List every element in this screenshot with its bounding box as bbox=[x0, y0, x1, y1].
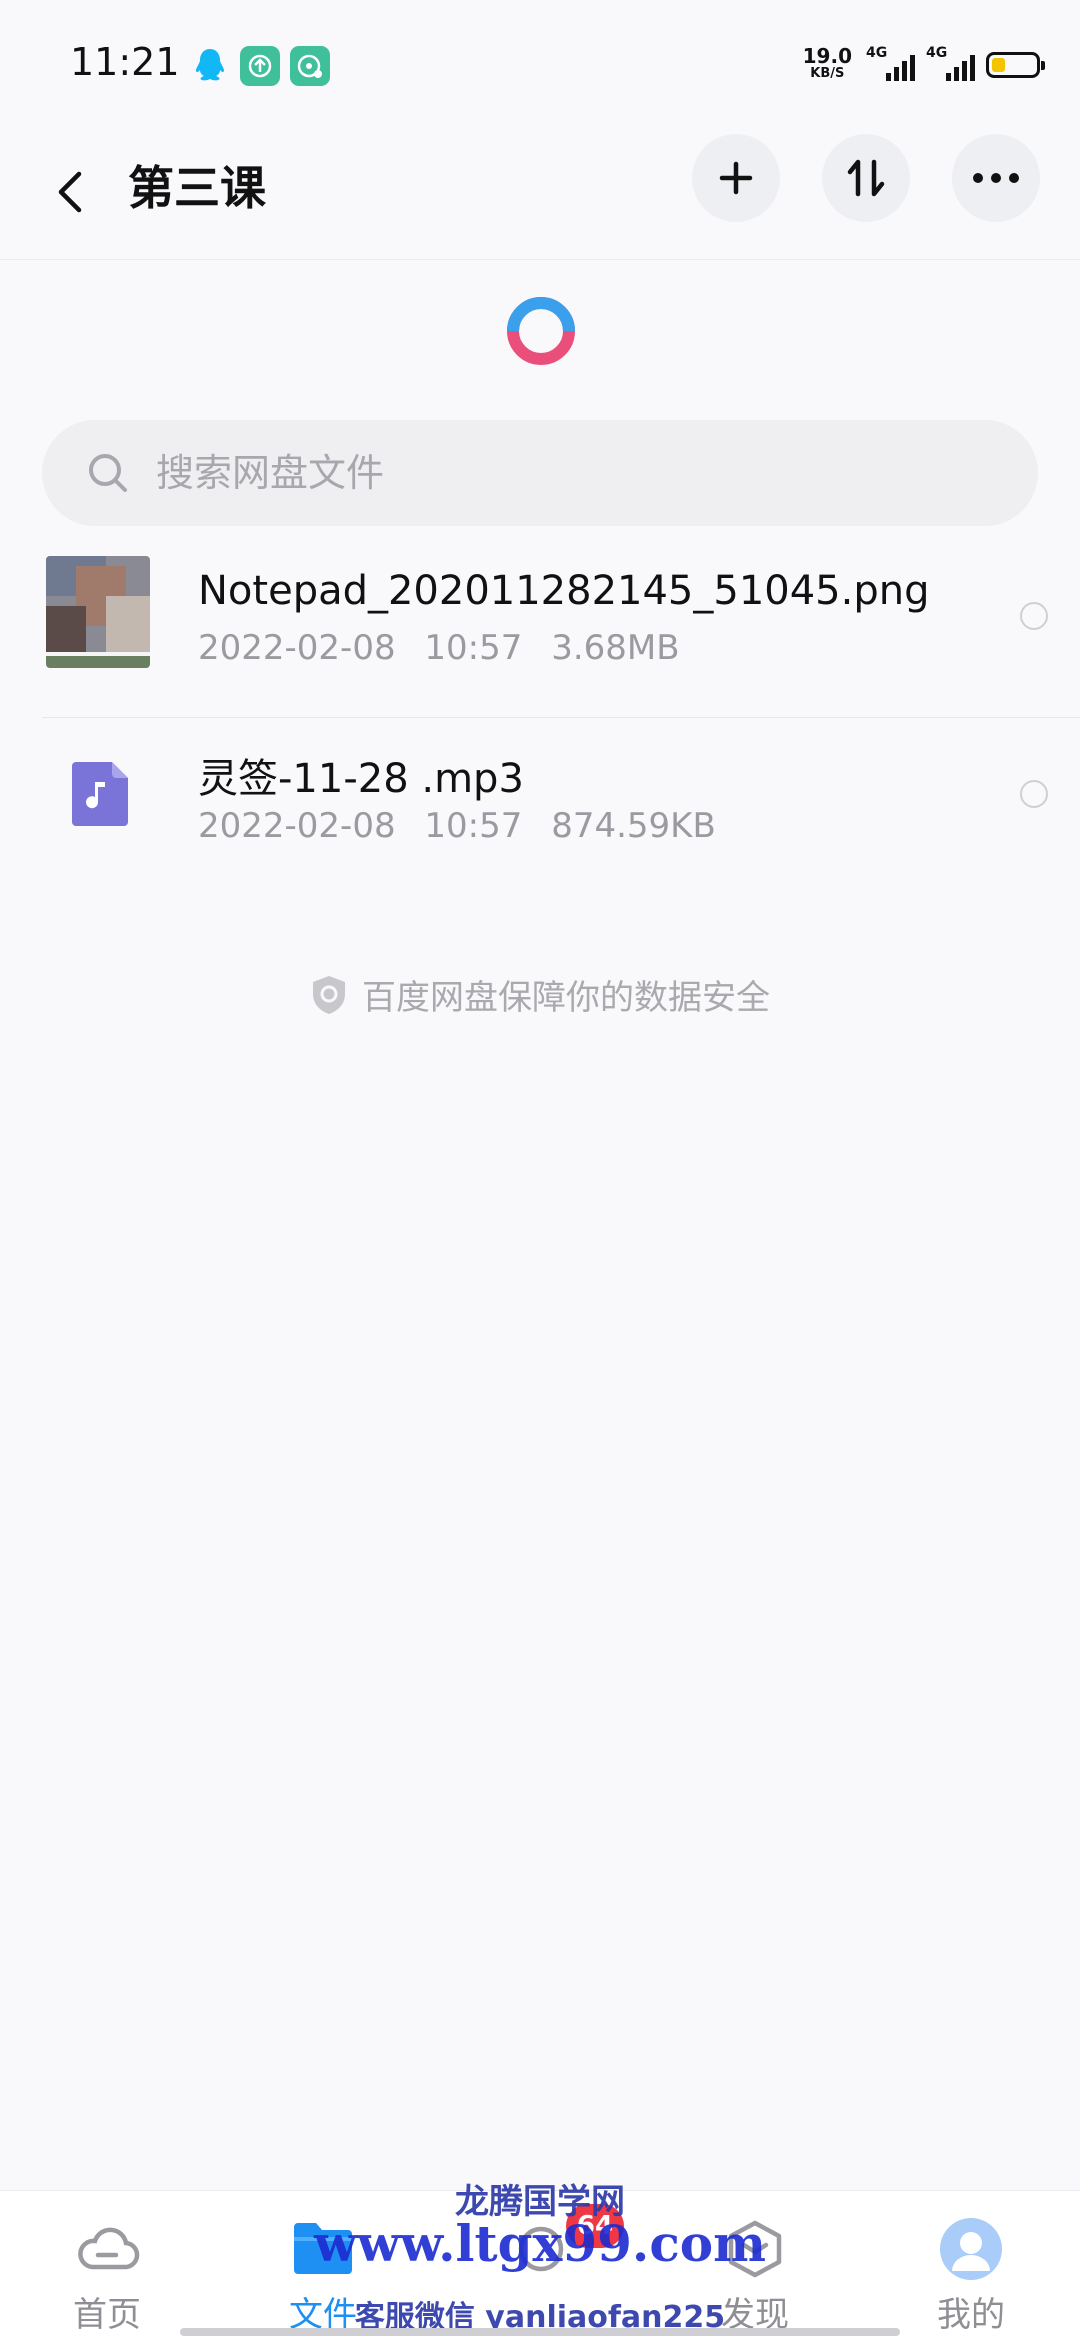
security-notice: 百度网盘保障你的数据安全 bbox=[0, 970, 1080, 1019]
file-meta: 2022-02-08 10:57 3.68MB bbox=[198, 628, 680, 668]
back-button[interactable] bbox=[40, 152, 100, 232]
signal-2-icon: 4G bbox=[926, 45, 975, 85]
plus-icon bbox=[719, 161, 753, 195]
network-speed: 19.0 KB/S bbox=[802, 44, 852, 83]
file-size: 3.68MB bbox=[551, 628, 680, 668]
file-date: 2022-02-08 bbox=[198, 628, 396, 668]
chevron-left-icon bbox=[58, 171, 82, 213]
sort-button[interactable] bbox=[822, 134, 910, 222]
home-indicator[interactable] bbox=[180, 2328, 900, 2336]
signal-1-icon: 4G bbox=[866, 45, 915, 85]
select-checkbox[interactable] bbox=[1020, 602, 1048, 630]
network-speed-value: 19.0 bbox=[802, 44, 852, 68]
status-bar: 11:21 19.0 KB/S 4G 4G bbox=[0, 0, 1080, 130]
battery-fill bbox=[992, 58, 1005, 72]
file-row[interactable]: Notepad_202011282145_51045.png 2022-02-0… bbox=[0, 540, 1080, 718]
file-size: 874.59KB bbox=[551, 806, 716, 846]
file-name: Notepad_202011282145_51045.png bbox=[198, 568, 930, 614]
signal-2-label: 4G bbox=[926, 45, 948, 61]
loading-spinner-icon bbox=[507, 297, 575, 365]
select-checkbox[interactable] bbox=[1020, 780, 1048, 808]
status-time: 11:21 bbox=[70, 40, 180, 84]
file-list: Notepad_202011282145_51045.png 2022-02-0… bbox=[0, 540, 1080, 896]
image-thumbnail bbox=[46, 556, 150, 668]
signal-1-label: 4G bbox=[866, 45, 888, 61]
security-notice-text: 百度网盘保障你的数据安全 bbox=[362, 978, 770, 1018]
more-button[interactable] bbox=[952, 134, 1040, 222]
file-row[interactable]: 灵签-11-28 .mp3 2022-02-08 10:57 874.59KB bbox=[0, 718, 1080, 896]
file-name: 灵签-11-28 .mp3 bbox=[198, 756, 524, 802]
upload-app-icon bbox=[240, 46, 280, 86]
battery-icon bbox=[986, 52, 1045, 78]
search-input[interactable] bbox=[156, 451, 956, 495]
search-icon bbox=[89, 454, 127, 492]
music-app-icon bbox=[290, 46, 330, 86]
header: 第三课 bbox=[0, 130, 1080, 260]
file-meta: 2022-02-08 10:57 874.59KB bbox=[198, 806, 716, 846]
watermark-line-2: www.ltgx99.com bbox=[313, 2214, 767, 2273]
search-bar[interactable] bbox=[42, 420, 1038, 526]
more-dots-icon bbox=[973, 173, 1019, 183]
add-button[interactable] bbox=[692, 134, 780, 222]
sort-arrows-icon bbox=[847, 159, 885, 197]
status-indicators: 19.0 KB/S 4G 4G bbox=[802, 40, 1045, 90]
shield-icon bbox=[313, 975, 345, 1014]
qq-icon bbox=[190, 46, 230, 86]
file-date: 2022-02-08 bbox=[198, 806, 396, 846]
file-time: 10:57 bbox=[424, 806, 523, 846]
music-file-icon bbox=[72, 762, 128, 826]
page-title: 第三课 bbox=[128, 161, 266, 215]
file-time: 10:57 bbox=[424, 628, 523, 668]
